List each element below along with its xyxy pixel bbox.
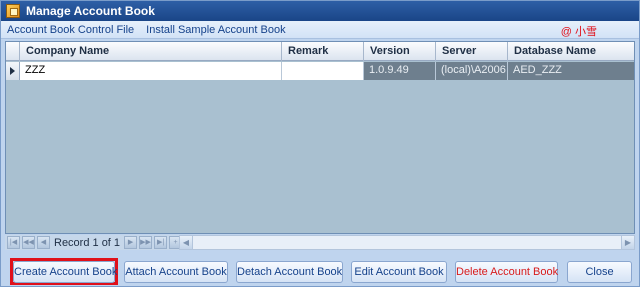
cell-version: 1.0.9.49 [364, 62, 436, 80]
cell-server: (local)\A2006 [436, 62, 508, 80]
column-remark[interactable]: Remark [282, 42, 364, 61]
account-book-grid: Company Name Remark Version Server Datab… [5, 41, 635, 234]
edit-account-book-button[interactable]: Edit Account Book [351, 261, 447, 283]
prev-record-icon[interactable]: ◀ [37, 236, 50, 249]
app-icon [6, 4, 20, 18]
prev-page-icon[interactable]: ◀◀ [22, 236, 35, 249]
column-server[interactable]: Server [436, 42, 508, 61]
window-title: Manage Account Book [26, 4, 155, 18]
scroll-left-icon[interactable]: ◀ [180, 236, 193, 249]
current-row-arrow-icon [10, 67, 15, 75]
record-navigator: |◀ ◀◀ ◀ Record 1 of 1 ▶ ▶▶ ▶| + ◀ ▶ [5, 235, 635, 250]
detach-account-book-button[interactable]: Detach Account Book [236, 261, 343, 283]
delete-account-book-button[interactable]: Delete Account Book [455, 261, 558, 283]
row-indicator [6, 62, 20, 80]
column-company-name[interactable]: Company Name [20, 42, 282, 61]
first-record-icon[interactable]: |◀ [7, 236, 20, 249]
cell-database-name: AED_ZZZ [508, 62, 634, 80]
manage-account-book-window: Manage Account Book Account Book Control… [0, 0, 640, 287]
column-database-name[interactable]: Database Name [508, 42, 634, 61]
cell-company-name[interactable]: ZZZ [20, 62, 282, 80]
menu-account-book-control-file[interactable]: Account Book Control File [1, 24, 140, 36]
last-record-icon[interactable]: ▶| [154, 236, 168, 249]
grid-header: Company Name Remark Version Server Datab… [6, 42, 634, 61]
horizontal-scrollbar[interactable]: ◀ ▶ [179, 235, 635, 250]
user-tag: @ 小雪 [560, 26, 597, 38]
record-position: Record 1 of 1 [54, 236, 121, 249]
attach-account-book-button[interactable]: Attach Account Book [124, 261, 228, 283]
close-button[interactable]: Close [567, 261, 632, 283]
next-record-icon[interactable]: ▶ [124, 236, 138, 249]
next-page-icon[interactable]: ▶▶ [139, 236, 153, 249]
title-bar: Manage Account Book [1, 1, 639, 21]
menu-install-sample-account-book[interactable]: Install Sample Account Book [140, 24, 291, 36]
column-version[interactable]: Version [364, 42, 436, 61]
header-corner [6, 42, 20, 61]
cell-remark[interactable] [282, 62, 364, 80]
create-account-book-button[interactable]: Create Account Book [13, 261, 117, 283]
table-row[interactable]: ZZZ 1.0.9.49 (local)\A2006 AED_ZZZ [6, 62, 634, 80]
menu-bar: Account Book Control File Install Sample… [1, 21, 639, 39]
scroll-right-icon[interactable]: ▶ [621, 236, 634, 249]
